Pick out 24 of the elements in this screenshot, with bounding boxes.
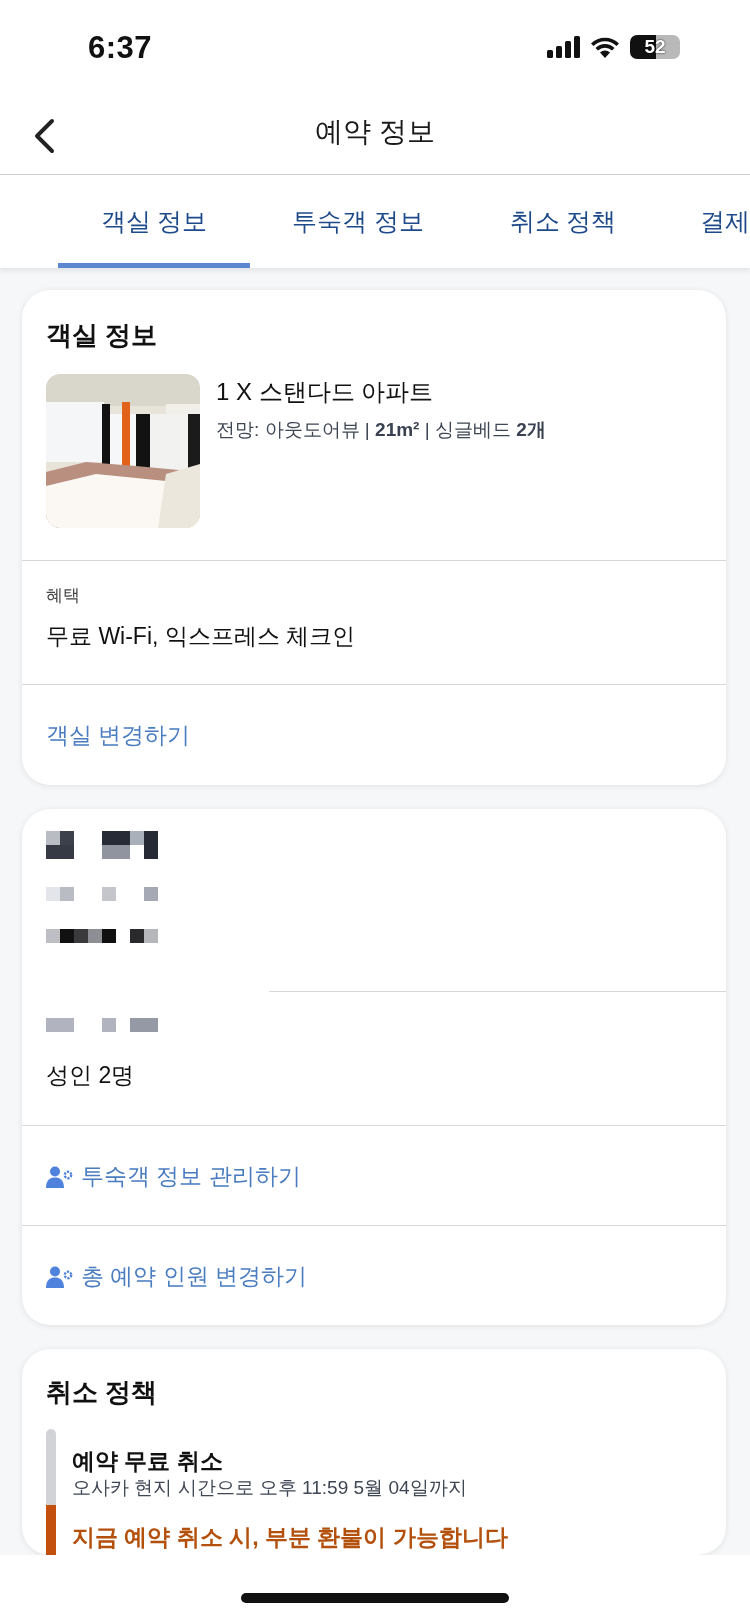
back-icon <box>32 118 56 154</box>
tab[interactable]: 결제 <box>660 175 750 268</box>
tab[interactable]: 투숙객 정보 <box>250 175 466 268</box>
wifi-icon <box>590 36 620 58</box>
clock: 6:37 <box>88 30 153 66</box>
policy-deadline: 오사카 현지 시간으로 오후 11:59 5월 04일까지 <box>72 1476 467 1500</box>
user-settings-icon <box>46 1164 73 1188</box>
section-title: 취소 정책 <box>46 1376 159 1409</box>
tab[interactable]: 취소 정책 <box>466 175 660 268</box>
guest-action-link[interactable]: 투숙객 정보 관리하기 <box>46 1161 301 1191</box>
section-title: 객실 정보 <box>46 319 159 352</box>
change-room-link[interactable]: 객실 변경하기 <box>46 720 191 750</box>
benefits-label: 혜택 <box>46 585 81 607</box>
room-details: 전망: 아웃도어뷰 | 21m² | 싱글베드 2개 <box>216 418 546 442</box>
room-name: 1 X 스탠다드 아파트 <box>216 377 435 407</box>
policy-title: 지금 예약 취소 시, 부분 환불이 가능합니다 <box>72 1523 508 1551</box>
user-settings-icon <box>46 1264 73 1288</box>
benefits-text: 무료 Wi-Fi, 익스프레스 체크인 <box>46 622 357 651</box>
signal-icon <box>547 36 580 58</box>
guest-count: 성인 2명 <box>45 1061 136 1090</box>
page-title: 예약 정보 <box>315 115 435 149</box>
guest-action-link[interactable]: 총 예약 인원 변경하기 <box>46 1261 308 1291</box>
tab[interactable]: 객실 정보 <box>58 175 250 268</box>
policy-title: 예약 무료 취소 <box>72 1447 224 1475</box>
